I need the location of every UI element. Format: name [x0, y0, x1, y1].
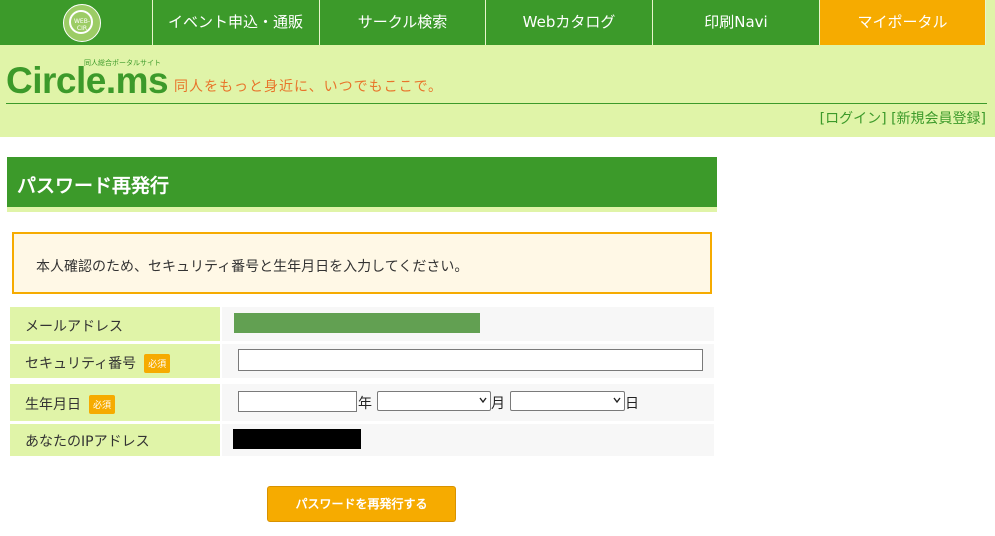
nav-right-filler	[986, 0, 995, 45]
header-divider	[6, 103, 987, 104]
birthdate-value-cell: 年 月 日	[222, 384, 714, 421]
ip-label: あなたのIPアドレス	[25, 434, 150, 450]
day-unit: 日	[625, 396, 639, 412]
notice-text: 本人確認のため、セキュリティ番号と生年月日を入力してください。	[36, 259, 469, 275]
instruction-notice: 本人確認のため、セキュリティ番号と生年月日を入力してください。	[12, 232, 712, 294]
birthdate-label: 生年月日	[25, 397, 81, 413]
email-value-redacted	[234, 313, 480, 333]
birthdate-label-wrap: 生年月日 必須	[25, 394, 116, 414]
auth-links: [ログイン] [新規会員登録]	[820, 108, 986, 128]
security-number-input[interactable]	[238, 349, 703, 371]
birth-month-select[interactable]	[377, 391, 491, 411]
top-nav: WEB-CIR イベント申込・通販 サークル検索 Webカタログ 印刷Navi …	[0, 0, 995, 45]
logo-text: WEB-CIR	[73, 18, 90, 32]
security-label-wrap: セキュリティ番号 必須	[25, 353, 171, 373]
brand-subtitle: 同人総合ポータルサイト	[84, 59, 161, 67]
birthdate-label-cell: 生年月日 必須	[10, 384, 220, 421]
ip-value-cell	[222, 424, 714, 456]
birth-year-input[interactable]	[238, 391, 357, 412]
nav-item-event-apply[interactable]: イベント申込・通販	[152, 0, 320, 45]
chevron-down-icon	[479, 397, 487, 404]
email-label-cell: メールアドレス	[10, 307, 220, 341]
reissue-password-button[interactable]: パスワードを再発行する	[267, 486, 456, 522]
month-unit: 月	[491, 396, 505, 412]
email-label: メールアドレス	[25, 319, 123, 335]
site-tagline: 同人をもっと身近に、いつでもここで。	[174, 79, 444, 95]
security-label: セキュリティ番号	[25, 356, 137, 372]
site-logo-link[interactable]: WEB-CIR	[0, 0, 153, 45]
required-badge: 必須	[144, 354, 171, 373]
page-title: パスワード再発行	[17, 175, 170, 197]
email-value-cell	[222, 307, 714, 341]
register-link[interactable]: [新規会員登録]	[891, 111, 986, 127]
security-value-cell	[222, 344, 714, 378]
year-unit: 年	[358, 396, 372, 412]
nav-item-my-portal[interactable]: マイポータル	[820, 0, 986, 45]
security-label-cell: セキュリティ番号 必須	[10, 344, 220, 378]
nav-item-web-catalog[interactable]: Webカタログ	[486, 0, 653, 45]
required-badge: 必須	[89, 395, 116, 414]
ip-value-redacted	[233, 429, 361, 449]
ip-label-cell: あなたのIPアドレス	[10, 424, 220, 456]
chevron-down-icon	[613, 397, 621, 404]
site-logo-icon: WEB-CIR	[63, 4, 101, 42]
nav-item-print-navi[interactable]: 印刷Navi	[653, 0, 820, 45]
login-link[interactable]: [ログイン]	[820, 111, 887, 127]
birth-day-select[interactable]	[510, 391, 625, 411]
nav-item-circle-search[interactable]: サークル検索	[320, 0, 486, 45]
